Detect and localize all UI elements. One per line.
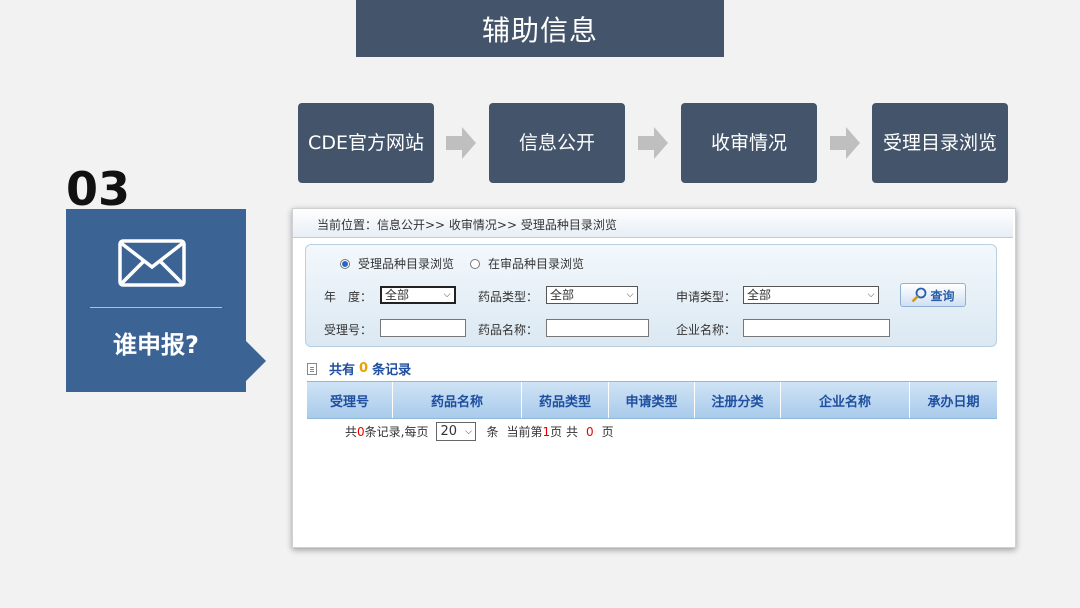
- drug-name-input[interactable]: [546, 319, 649, 337]
- flow-step-cde: CDE官方网站: [298, 103, 434, 183]
- records-suffix: 条记录: [372, 363, 412, 378]
- search-button-label: 查询: [930, 288, 955, 303]
- divider: [90, 307, 222, 308]
- breadcrumb-bar: 当前位置：信息公开>> 收审情况>> 受理品种目录浏览: [293, 209, 1013, 238]
- radio-unchecked-icon[interactable]: [470, 258, 480, 269]
- web-screenshot: 当前位置：信息公开>> 收审情况>> 受理品种目录浏览 受理品种目录浏览 在审品…: [292, 208, 1016, 548]
- page-title: 辅助信息: [481, 13, 598, 47]
- chevron-down-icon: ⌵: [867, 290, 875, 300]
- drug-type-label: 药品类型：: [478, 290, 539, 304]
- column-header[interactable]: 申请类型: [609, 382, 695, 418]
- pagination: 共 0 条记录,每页 20 ⌵ 条 当前第 1 页 共 0 页: [345, 422, 614, 441]
- page-size-value: 20: [440, 424, 458, 439]
- pagination-text: 当前第: [506, 425, 543, 439]
- pagination-text: 共: [345, 425, 358, 439]
- page-size-select[interactable]: 20 ⌵: [436, 422, 477, 441]
- year-label: 年 度：: [324, 290, 373, 304]
- chevron-down-icon: ⌵: [626, 290, 634, 300]
- apply-type-select-value: 全部: [747, 288, 772, 302]
- page-title-banner: 辅助信息: [356, 0, 724, 57]
- accept-no-label: 受理号：: [324, 323, 373, 337]
- search-icon: [912, 287, 927, 303]
- radio-label: 在审品种目录浏览: [488, 257, 585, 271]
- arrow-right-icon: [446, 127, 476, 159]
- total-pages: 0: [585, 424, 594, 439]
- panel-pointer: [246, 341, 266, 381]
- drug-type-select-value: 全部: [550, 288, 575, 302]
- column-header[interactable]: 企业名称: [781, 382, 910, 418]
- chevron-down-icon: ⌵: [465, 426, 472, 437]
- pagination-text: 条: [486, 425, 499, 439]
- section-number: 03: [66, 162, 131, 216]
- company-name-label: 企业名称：: [676, 323, 737, 337]
- arrow-right-icon: [830, 127, 860, 159]
- apply-type-label: 申请类型：: [676, 290, 737, 304]
- document-icon: [307, 362, 317, 375]
- column-header[interactable]: 受理号: [307, 382, 393, 418]
- flow-step-catalog-browse: 受理目录浏览: [872, 103, 1008, 183]
- flow-step-label: 信息公开: [518, 132, 595, 154]
- current-page: 1: [542, 424, 551, 439]
- records-prefix: 共有: [329, 363, 356, 378]
- pagination-text: 页: [601, 425, 614, 439]
- arrow-right-icon: [638, 127, 668, 159]
- drug-name-label: 药品名称：: [478, 323, 539, 337]
- search-button[interactable]: 查询: [900, 283, 966, 307]
- who-panel: 谁申报?: [66, 209, 246, 392]
- flow-step-info-public: 信息公开: [489, 103, 625, 183]
- company-name-input[interactable]: [743, 319, 890, 337]
- pagination-text: 页 共: [550, 425, 578, 439]
- column-header[interactable]: 注册分类: [695, 382, 781, 418]
- flow-step-label: CDE官方网站: [308, 132, 424, 154]
- chevron-down-icon: ⌵: [443, 290, 451, 300]
- envelope-icon: [118, 239, 186, 287]
- flow-step-review-status: 收审情况: [681, 103, 817, 183]
- radio-checked-icon[interactable]: [340, 258, 350, 269]
- year-select[interactable]: 全部 ⌵: [380, 286, 456, 304]
- column-header[interactable]: 承办日期: [910, 382, 997, 418]
- radio-reviewing-catalog[interactable]: 在审品种目录浏览: [470, 255, 584, 272]
- breadcrumb: 当前位置：信息公开>> 收审情况>> 受理品种目录浏览: [317, 218, 617, 232]
- records-summary: 共有 0 条记录: [307, 359, 411, 378]
- column-header[interactable]: 药品类型: [522, 382, 609, 418]
- flow-step-label: 收审情况: [710, 132, 787, 154]
- records-count: 0: [359, 361, 369, 376]
- table-header: 受理号 药品名称 药品类型 申请类型 注册分类 企业名称 承办日期: [307, 381, 997, 419]
- pagination-text: 条记录,每页: [364, 425, 429, 439]
- column-header[interactable]: 药品名称: [393, 382, 522, 418]
- apply-type-select[interactable]: 全部 ⌵: [743, 286, 879, 304]
- radio-accepted-catalog[interactable]: 受理品种目录浏览: [340, 255, 454, 272]
- drug-type-select[interactable]: 全部 ⌵: [546, 286, 638, 304]
- flow-step-label: 受理目录浏览: [882, 132, 997, 154]
- accept-no-input[interactable]: [380, 319, 466, 337]
- search-panel: 受理品种目录浏览 在审品种目录浏览 年 度： 全部 ⌵ 药品类型： 全部 ⌵ 申…: [305, 244, 997, 347]
- radio-label: 受理品种目录浏览: [358, 257, 455, 271]
- who-label: 谁申报?: [113, 331, 199, 359]
- year-select-value: 全部: [385, 288, 410, 302]
- total-records: 0: [357, 424, 365, 439]
